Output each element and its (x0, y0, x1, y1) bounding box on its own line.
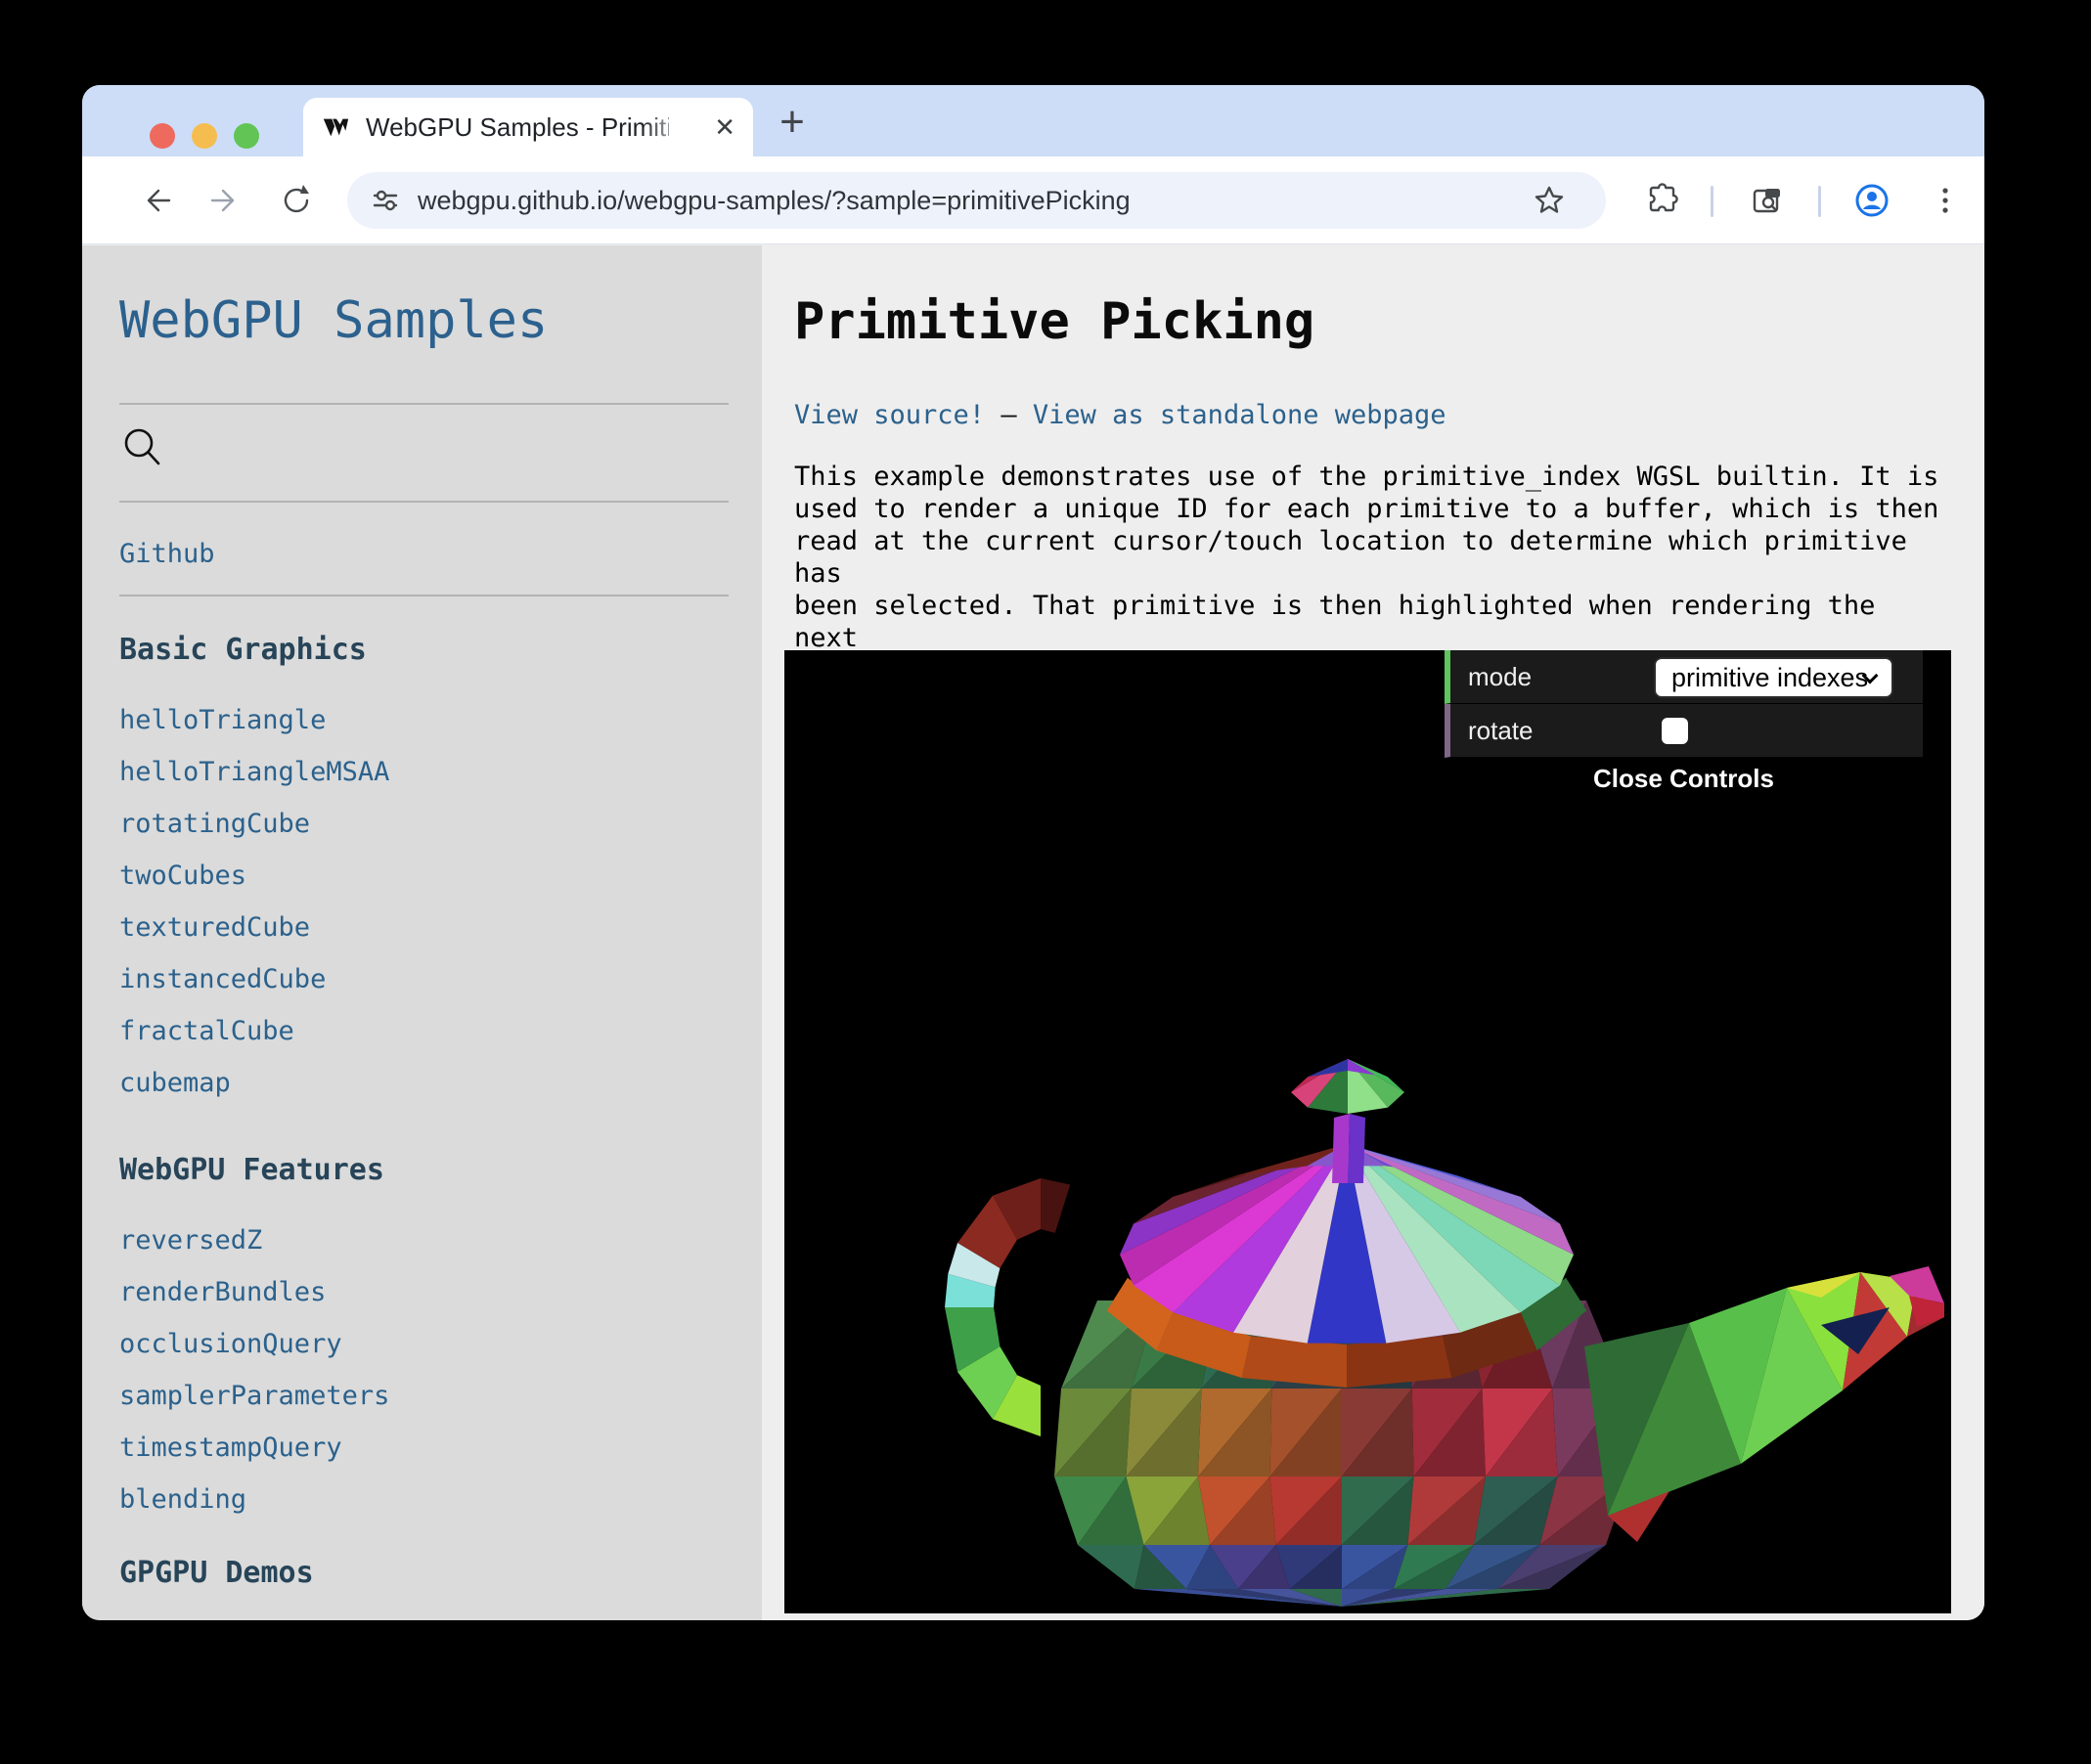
sidebar-item-fractalCube[interactable]: fractalCube (119, 1005, 729, 1057)
links-row: View source! – View as standalone webpag… (794, 400, 1945, 431)
sidebar-item-instancedCube[interactable]: instancedCube (119, 953, 729, 1005)
section-heading: Basic Graphics (119, 632, 729, 669)
view-source-link[interactable]: View source! (794, 400, 985, 430)
sample-list: reversedZrenderBundlesocclusionQuerysamp… (119, 1214, 729, 1525)
divider (119, 595, 729, 596)
reload-icon[interactable] (277, 181, 316, 220)
profile-icon[interactable] (1852, 181, 1891, 220)
sidebar-item-texturedCube[interactable]: texturedCube (119, 902, 729, 953)
webgpu-favicon (321, 112, 350, 142)
sidebar-item-renderBundles[interactable]: renderBundles (119, 1266, 729, 1318)
browser-window: WebGPU Samples - Primitive ✕ + (82, 85, 1984, 1620)
page-title: Primitive Picking (794, 291, 1945, 352)
traffic-lights (150, 123, 259, 149)
back-icon[interactable] (137, 181, 176, 220)
search-icon[interactable] (119, 424, 166, 471)
sample-nav: Basic Graphics helloTrianglehelloTriangle… (119, 632, 729, 1592)
sidebar-item-reversedZ[interactable]: reversedZ (119, 1214, 729, 1266)
browser-toolbar: webgpu.github.io/webgpu-samples/?sample=… (82, 156, 1984, 244)
sidebar-item-helloTriangleMSAA[interactable]: helloTriangleMSAA (119, 746, 729, 798)
sidebar-item-helloTriangle[interactable]: helloTriangle (119, 694, 729, 746)
dat-gui-panel: mode primitive indexes rotate Close Cont… (1445, 650, 1923, 799)
sidebar-item-rotatingCube[interactable]: rotatingCube (119, 798, 729, 850)
sidebar-item-timestampQuery[interactable]: timestampQuery (119, 1422, 729, 1474)
url-text[interactable]: webgpu.github.io/webgpu-samples/?sample=… (418, 172, 1131, 229)
rotate-label: rotate (1468, 704, 1534, 758)
site-title: WebGPU Samples (119, 290, 729, 351)
tab-title: WebGPU Samples - Primitive (366, 112, 669, 143)
zoom-window-button[interactable] (234, 123, 259, 149)
gui-row-mode: mode primitive indexes (1445, 650, 1923, 704)
bookmark-star-icon[interactable] (1531, 182, 1568, 219)
browser-tab[interactable]: WebGPU Samples - Primitive ✕ (303, 98, 753, 156)
page-content: WebGPU Samples Github Basic Graphics hell… (82, 245, 1984, 1620)
sidebar: WebGPU Samples Github Basic Graphics hell… (82, 245, 762, 1620)
minimize-window-button[interactable] (192, 123, 217, 149)
tab-title-fade (642, 110, 700, 146)
tab-search-icon[interactable] (1748, 181, 1787, 220)
sidebar-item-twoCubes[interactable]: twoCubes (119, 850, 729, 902)
sidebar-item-samplerParameters[interactable]: samplerParameters (119, 1370, 729, 1422)
section-heading: GPGPU Demos (119, 1555, 729, 1592)
extensions-icon[interactable] (1643, 181, 1682, 220)
link-separator: – (1001, 400, 1016, 430)
sidebar-item-blending[interactable]: blending (119, 1474, 729, 1525)
toolbar-divider (1711, 186, 1713, 217)
sidebar-item-github[interactable]: Github (119, 538, 729, 571)
gui-row-rotate: rotate (1445, 704, 1923, 758)
kebab-menu-icon[interactable] (1926, 181, 1965, 220)
close-controls-button[interactable]: Close Controls (1445, 758, 1923, 799)
tab-close-icon[interactable]: ✕ (714, 112, 735, 142)
webgpu-canvas[interactable]: mode primitive indexes rotate Close Cont… (784, 650, 1951, 1613)
mode-label: mode (1468, 650, 1532, 704)
rotate-checkbox[interactable] (1662, 718, 1688, 744)
divider (119, 403, 729, 405)
section-heading: WebGPU Features (119, 1152, 729, 1189)
main-content: Primitive Picking View source! – View as… (762, 245, 1984, 1620)
site-settings-icon[interactable] (367, 182, 404, 219)
close-window-button[interactable] (150, 123, 175, 149)
new-tab-button[interactable]: + (767, 98, 818, 149)
sample-list: helloTrianglehelloTriangleMSAArotatingCu… (119, 694, 729, 1109)
divider (119, 501, 729, 503)
tab-strip: WebGPU Samples - Primitive ✕ + (82, 85, 1984, 156)
screenshot-root: { "window": { "tab_title": "WebGPU Sampl… (0, 0, 2091, 1764)
toolbar-divider (1818, 186, 1821, 217)
omnibox[interactable]: webgpu.github.io/webgpu-samples/?sample=… (347, 172, 1606, 229)
sidebar-item-occlusionQuery[interactable]: occlusionQuery (119, 1318, 729, 1370)
mode-select[interactable]: primitive indexes (1654, 657, 1893, 698)
standalone-link[interactable]: View as standalone webpage (1033, 400, 1446, 430)
sidebar-item-cubemap[interactable]: cubemap (119, 1057, 729, 1109)
forward-icon[interactable] (205, 181, 245, 220)
